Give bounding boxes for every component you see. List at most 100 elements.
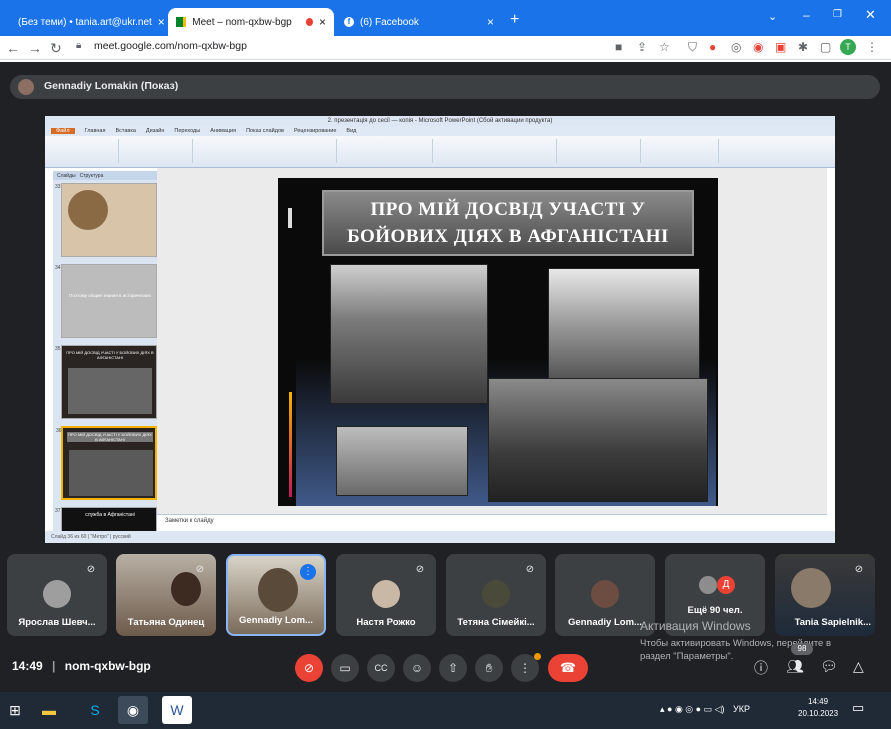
slide-thumb[interactable]: 35 ПРО МІЙ ДОСВІД УЧАСТІ У БОЙОВИХ ДІЯХ … <box>55 345 157 419</box>
panel-tab-outline[interactable]: Структура <box>80 173 104 179</box>
tab-ukr-net[interactable]: (Без теми) • tania.art@ukr.net × <box>4 8 166 36</box>
extensions-puzzle-icon[interactable]: ✱ <box>798 40 808 54</box>
end-call-button[interactable]: ☎ <box>548 654 588 682</box>
slide-thumb[interactable]: 33 <box>55 183 157 257</box>
opera-icon[interactable]: ● <box>709 40 716 54</box>
ppt-tab-home[interactable]: Главная <box>85 128 106 134</box>
current-slide[interactable]: ПРО МІЙ ДОСВІД УЧАСТІ У БОЙОВИХ ДІЯХ В А… <box>278 178 718 506</box>
taskbar-clock[interactable]: 14:49 20.10.2023 <box>798 696 838 720</box>
mic-toggle-button[interactable]: ⊘ <box>295 654 323 682</box>
participant-tile[interactable]: ⊘ Tania Sapielnik... <box>775 554 875 636</box>
mic-off-icon: ⊘ <box>415 564 425 575</box>
minimize-icon[interactable]: – <box>803 8 810 22</box>
slide-number: 37 <box>55 508 61 514</box>
slide-number: 34 <box>55 265 61 271</box>
tab-label: Meet – nom-qxbw-bgp <box>192 16 292 28</box>
extension-c-icon[interactable]: ▣ <box>775 40 786 54</box>
reload-icon[interactable]: ↻ <box>50 40 62 57</box>
back-icon[interactable]: ← <box>6 40 20 56</box>
participant-avatar <box>482 580 510 608</box>
forward-icon[interactable]: → <box>28 40 42 56</box>
thumb-caption: служба в Афганістані <box>85 512 135 518</box>
tab-label: (6) Facebook <box>360 16 419 28</box>
ribbon-group-drawing <box>437 139 557 163</box>
shield-icon[interactable]: ⛉ <box>688 40 697 55</box>
tray-arrow-icon[interactable]: ▴ ● ◉ ◎ ● ▭ ◁) <box>660 704 725 714</box>
ppt-ribbon-tabs: Файл Главная Вставка Дизайн Переходы Ани… <box>45 126 835 136</box>
participant-name: Gennadiy Lom... <box>239 615 313 626</box>
shared-screen: 2. презентація до сесії — копія - Micros… <box>45 116 835 543</box>
slide-notes[interactable]: Заметки к слайду <box>157 514 827 528</box>
panel-tab-slides[interactable]: Слайды <box>57 173 76 179</box>
restore-icon[interactable]: ❐ <box>833 9 842 20</box>
ppt-status-bar: Слайд 36 из 60 | "Метро" | русский <box>45 531 835 543</box>
captions-button[interactable]: CC <box>367 654 395 682</box>
menu-dots-icon[interactable]: ⋮ <box>866 40 878 54</box>
extension-a-icon[interactable]: ◎ <box>731 40 741 54</box>
language-indicator[interactable]: УКР <box>733 704 750 714</box>
taskbar-time: 14:49 <box>808 697 829 706</box>
participant-name: Тетяна Сімейкі... <box>457 617 535 628</box>
raise-hand-button[interactable]: ✋︎ <box>475 654 503 682</box>
taskbar-date: 20.10.2023 <box>798 709 839 718</box>
lock-icon[interactable]: 🔒︎ <box>76 40 81 51</box>
ribbon-group-editing <box>645 139 719 163</box>
close-tab-icon[interactable]: × <box>158 15 165 29</box>
slide-number: 36 <box>56 428 62 434</box>
word-icon[interactable]: W <box>162 696 192 724</box>
activities-icon[interactable]: △ <box>853 658 864 675</box>
presenter-avatar <box>18 79 34 95</box>
notifications-icon[interactable]: ▭ <box>852 700 864 716</box>
slide-thumb[interactable]: 34 Поэтому общие знания в исторических <box>55 264 157 338</box>
thumb-caption: Поэтому общие знания в исторических <box>69 293 151 298</box>
tab-search-icon[interactable]: ⌄ <box>768 10 777 23</box>
chrome-icon[interactable]: ◉ <box>118 696 148 724</box>
url-field[interactable]: meet.google.com/nom-qxbw-bgp <box>94 40 247 52</box>
slide-thumb-selected[interactable]: 36 ПРО МІЙ ДОСВІД УЧАСТІ У БОЙОВИХ ДІЯХ … <box>56 426 157 500</box>
camera-icon[interactable]: ■ <box>615 40 622 54</box>
participant-tile[interactable]: ⊘ Тетяна Сімейкі... <box>446 554 546 636</box>
participant-tile-active-speaker[interactable]: ⋮ Gennadiy Lom... <box>226 554 326 636</box>
people-icon[interactable]: 👥︎ <box>786 658 804 675</box>
new-tab-button[interactable]: + <box>510 11 519 29</box>
ppt-tab-slideshow[interactable]: Показ слайдов <box>246 128 284 134</box>
tab-facebook[interactable]: f (6) Facebook × <box>336 8 502 36</box>
profile-avatar[interactable]: T <box>840 39 856 55</box>
close-window-icon[interactable]: ✕ <box>865 7 876 23</box>
ppt-tab-design[interactable]: Дизайн <box>146 128 165 134</box>
ppt-tab-view[interactable]: Вид <box>346 128 356 134</box>
divider: | <box>52 659 56 673</box>
skype-icon[interactable]: S <box>80 696 110 724</box>
participant-tile[interactable]: ⊘ Настя Рожко <box>336 554 436 636</box>
present-button[interactable]: ⇧ <box>439 654 467 682</box>
mic-off-icon: ⊘ <box>86 564 96 575</box>
ppt-tab-insert[interactable]: Вставка <box>115 128 135 134</box>
ribbon-group-clipboard <box>49 139 119 163</box>
sidebar-icon[interactable]: ▢ <box>820 40 831 54</box>
participant-tile[interactable]: ⊘ Ярослав Шевч... <box>7 554 107 636</box>
panel-tabs: Слайды Структура <box>53 171 157 180</box>
ribbon-group-paragraph <box>341 139 433 163</box>
share-icon[interactable]: ⇪ <box>637 40 647 54</box>
ppt-tab-animation[interactable]: Анимация <box>210 128 236 134</box>
ppt-tab-review[interactable]: Рецензирование <box>294 128 336 134</box>
close-tab-icon[interactable]: × <box>487 15 494 29</box>
tab-meet[interactable]: Meet – nom-qxbw-bgp × <box>168 8 334 36</box>
mic-off-icon: ⊘ <box>195 564 205 575</box>
info-icon[interactable]: ⓘ <box>754 658 768 678</box>
start-icon[interactable]: ⊞ <box>0 696 30 724</box>
ppt-tab-file[interactable]: Файл <box>51 128 75 134</box>
slide-number: 33 <box>55 184 61 190</box>
file-explorer-icon[interactable]: ▬ <box>34 696 64 724</box>
camera-toggle-button[interactable]: ▭ <box>331 654 359 682</box>
chat-icon[interactable]: 💬︎ <box>820 658 838 675</box>
extension-b-icon[interactable]: ◉ <box>753 40 763 54</box>
reactions-button[interactable]: ☺ <box>403 654 431 682</box>
truck-photo <box>336 426 468 496</box>
participant-tile[interactable]: ⊘ Татьяна Одинец <box>116 554 216 636</box>
ppt-tab-transitions[interactable]: Переходы <box>174 128 200 134</box>
participant-name: Настя Рожко <box>356 617 416 628</box>
bookmark-star-icon[interactable]: ☆ <box>659 40 670 54</box>
windows-activation-title: Активация Windows <box>640 619 751 633</box>
close-tab-icon[interactable]: × <box>319 15 326 29</box>
